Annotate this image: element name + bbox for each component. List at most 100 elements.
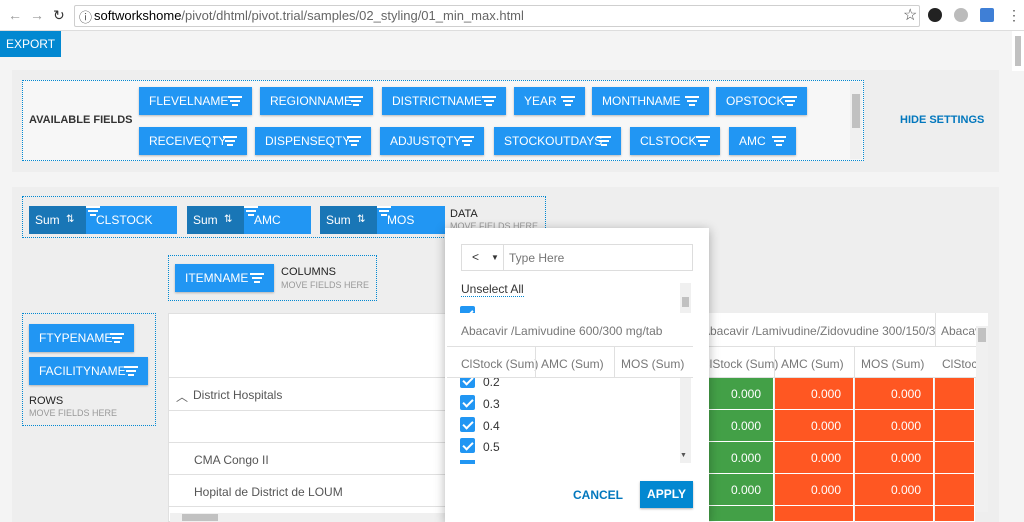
column-group-header-overlay: Abacavir /Lamivudine 600/300 mg/tab ClSt… (447, 313, 693, 378)
grid-horizontal-scrollbar-thumb[interactable] (182, 514, 218, 521)
column-chip-itemname[interactable]: ITEMNAME (175, 264, 274, 292)
filter-value-label: 0.3 (483, 397, 500, 411)
field-chip-adjustqty[interactable]: ADJUSTQTY (380, 127, 484, 155)
data-cell[interactable]: 0.000 (775, 442, 854, 474)
operator-select[interactable]: < ▼ (462, 245, 504, 270)
menu-icon[interactable]: ⋮ (1007, 7, 1021, 24)
data-chip-amc[interactable]: Sum ⇅ AMC (187, 206, 311, 234)
scroll-down-arrow-icon[interactable]: ▼ (680, 452, 687, 459)
available-fields-label: AVAILABLE FIELDS (29, 114, 133, 126)
data-cell[interactable] (935, 506, 975, 522)
data-cell[interactable]: 0.000 (775, 474, 854, 506)
filter-icon[interactable] (228, 96, 242, 106)
data-cell[interactable] (775, 506, 854, 522)
data-cell[interactable]: 0.000 (855, 410, 934, 442)
data-cell[interactable] (935, 410, 975, 442)
filter-icon[interactable] (124, 366, 138, 376)
extension-doc-icon[interactable] (980, 8, 994, 22)
browser-toolbar: ← → ↻ ⓘ softworkshome/pivot/dhtml/pivot.… (0, 0, 1024, 31)
checkbox[interactable] (460, 417, 475, 432)
filter-icon[interactable] (783, 96, 797, 106)
data-cell[interactable] (935, 378, 975, 410)
filter-icon[interactable] (696, 136, 710, 146)
aggregation-label[interactable]: Sum (326, 206, 351, 234)
hide-settings-link[interactable]: HIDE SETTINGS (900, 114, 984, 126)
data-cell[interactable] (935, 442, 975, 474)
sort-updown-icon[interactable]: ⇅ (357, 206, 365, 234)
filter-icon[interactable] (597, 136, 611, 146)
filter-icon[interactable] (460, 136, 474, 146)
filter-icon[interactable] (110, 333, 124, 343)
field-chip-flevelname[interactable]: FLEVELNAME (139, 87, 252, 115)
field-chip-monthname[interactable]: MONTHNAME (592, 87, 709, 115)
measure-header: MOS (Sum) (621, 357, 685, 371)
filter-icon[interactable] (347, 136, 361, 146)
bookmark-star-icon[interactable]: ☆ (903, 5, 917, 25)
field-chip-stockoutdays[interactable]: STOCKOUTDAYS (494, 127, 621, 155)
filter-icon[interactable] (250, 273, 264, 283)
aggregation-label[interactable]: Sum (35, 206, 60, 234)
data-cell[interactable]: 0.000 (855, 442, 934, 474)
cancel-button[interactable]: CANCEL (573, 488, 623, 502)
info-icon[interactable]: ⓘ (79, 7, 92, 26)
grid-vertical-scrollbar-thumb[interactable] (978, 328, 986, 342)
group-row-label[interactable]: District Hospitals (193, 388, 282, 402)
data-chip-mos[interactable]: Sum ⇅ MOS (320, 206, 445, 234)
field-chip-receiveqty[interactable]: RECEIVEQTY (139, 127, 247, 155)
field-chip-districtname[interactable]: DISTRICTNAME (382, 87, 506, 115)
extension-icon[interactable] (928, 8, 942, 22)
data-cell[interactable]: 0.000 (855, 474, 934, 506)
extension-circle-icon[interactable] (954, 8, 968, 22)
forward-icon[interactable]: → (30, 7, 44, 23)
filter-icon[interactable] (223, 136, 237, 146)
measure-header: AMC (Sum) (781, 357, 844, 371)
checkbox[interactable] (460, 438, 475, 453)
field-chip-clstock[interactable]: CLSTOCK (630, 127, 720, 155)
row-chip-ftypename[interactable]: FTYPENAME (29, 324, 134, 352)
field-chip-amc[interactable]: AMC (729, 127, 796, 155)
grid-vertical-scrollbar[interactable] (976, 326, 988, 512)
measure-header: MOS (Sum) (861, 357, 925, 371)
available-fields-scrollbar-thumb[interactable] (852, 94, 860, 128)
measure-header: ClStock (942, 357, 976, 371)
checkbox[interactable] (460, 395, 475, 410)
data-cell[interactable]: 0.000 (855, 378, 934, 410)
data-chip-clstock[interactable]: Sum ⇅ CLSTOCK (29, 206, 177, 234)
sort-updown-icon[interactable]: ⇅ (66, 206, 74, 234)
apply-button[interactable]: APPLY (640, 481, 693, 508)
reload-icon[interactable]: ↻ (53, 7, 65, 24)
columns-zone-hint: MOVE FIELDS HERE (281, 280, 370, 290)
data-cell[interactable]: 0.000 (775, 410, 854, 442)
dropdown-arrow-icon: ▼ (491, 253, 499, 262)
back-icon[interactable]: ← (8, 7, 22, 23)
data-field-label: AMC (254, 213, 281, 227)
page-scrollbar-thumb[interactable] (1015, 36, 1021, 66)
aggregation-label[interactable]: Sum (193, 206, 218, 234)
column-group-label: Abacavir /Lamivudine/Zidovudine 300/150/… (702, 324, 935, 338)
sort-updown-icon[interactable]: ⇅ (224, 206, 232, 234)
field-chip-dispenseqty[interactable]: DISPENSEQTY (255, 127, 371, 155)
filter-search-input[interactable] (507, 247, 687, 269)
collapse-chevron-icon[interactable]: ︿ (176, 388, 188, 405)
filter-icon[interactable] (349, 96, 363, 106)
filter-value-label: 0.5 (483, 440, 500, 454)
field-chip-regionname[interactable]: REGIONNAME (260, 87, 373, 115)
measure-header: ClStock (Sum) (701, 357, 779, 371)
field-chip-opstock[interactable]: OPSTOCK (716, 87, 807, 115)
data-cell[interactable]: 0.000 (775, 378, 854, 410)
row-chip-facilityname[interactable]: FACILITYNAME (29, 357, 148, 385)
filter-list-scrollbar-thumb[interactable] (682, 297, 689, 307)
data-cell[interactable] (855, 506, 934, 522)
unselect-all-link[interactable]: Unselect All (461, 282, 524, 297)
export-button[interactable]: EXPORT (0, 31, 61, 57)
filter-icon[interactable] (561, 96, 575, 106)
filter-icon[interactable] (685, 96, 699, 106)
row-label: Hopital de District de LOUM (194, 485, 343, 499)
filter-icon[interactable] (482, 96, 496, 106)
measure-header: AMC (Sum) (541, 357, 604, 371)
field-chip-year[interactable]: YEAR (514, 87, 585, 115)
rows-zone-label: ROWS (29, 395, 64, 407)
data-cell[interactable] (935, 474, 975, 506)
url-text: softworkshome/pivot/dhtml/pivot.trial/sa… (94, 8, 524, 23)
filter-icon[interactable] (772, 136, 786, 146)
